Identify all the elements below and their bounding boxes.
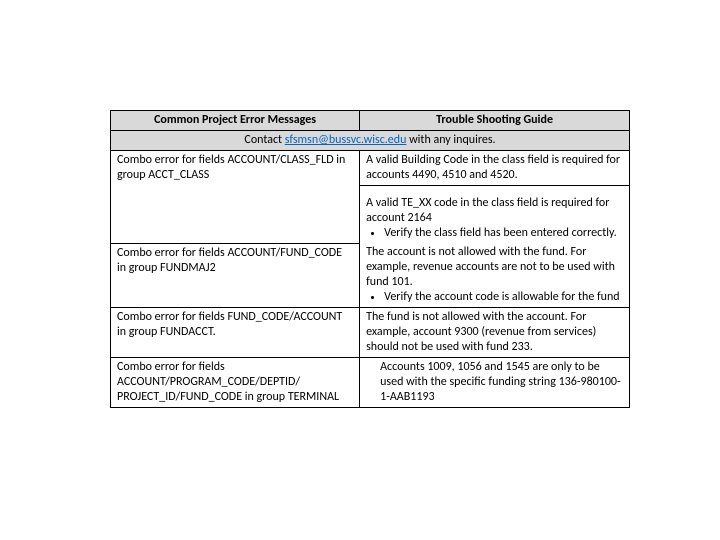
contact-prefix: Contact (244, 133, 284, 147)
error-cell: Combo error for fields FUND_CODE/ACCOUNT… (111, 308, 360, 358)
error-cell: Combo error for fields ACCOUNT/FUND_CODE… (111, 243, 360, 308)
table-row: Combo error for fields ACCOUNT/CLASS_FLD… (111, 151, 630, 186)
table-row: Combo error for fields FUND_CODE/ACCOUNT… (111, 308, 630, 358)
contact-email-link[interactable]: sfsmsn@bussvc.wisc.edu (285, 133, 407, 147)
header-left: Common Project Error Messages (111, 111, 360, 131)
guide-cell: The fund is not allowed with the account… (360, 308, 630, 358)
guide-extra: A valid TE_XX code in the class field is… (366, 196, 623, 226)
error-cell: Combo error for fields ACCOUNT/PROGRAM_C… (111, 358, 360, 408)
table-row: Combo error for fields ACCOUNT/FUND_CODE… (111, 243, 630, 308)
guide-cell: A valid Building Code in the class field… (360, 151, 630, 186)
header-row: Common Project Error Messages Trouble Sh… (111, 111, 630, 131)
error-guide-table: Common Project Error Messages Trouble Sh… (110, 110, 630, 408)
bullet-item: Verify the class field has been entered … (384, 226, 623, 241)
contact-row: Contact sfsmsn@bussvc.wisc.edu with any … (111, 131, 630, 151)
bullet-item: Verify the account code is allowable for… (384, 290, 623, 305)
document-page: Common Project Error Messages Trouble Sh… (0, 0, 720, 408)
contact-suffix: with any inquires. (406, 133, 495, 147)
table-row: Combo error for fields ACCOUNT/PROGRAM_C… (111, 358, 630, 408)
error-cell: Combo error for fields ACCOUNT/CLASS_FLD… (111, 151, 360, 244)
guide-intro: Accounts 1009, 1056 and 1545 are only to… (366, 360, 623, 405)
guide-cell: A valid TE_XX code in the class field is… (360, 186, 630, 244)
guide-intro: The account is not allowed with the fund… (366, 245, 623, 290)
header-right: Trouble Shooting Guide (360, 111, 630, 131)
guide-cell: The account is not allowed with the fund… (360, 243, 630, 308)
guide-cell: Accounts 1009, 1056 and 1545 are only to… (360, 358, 630, 408)
